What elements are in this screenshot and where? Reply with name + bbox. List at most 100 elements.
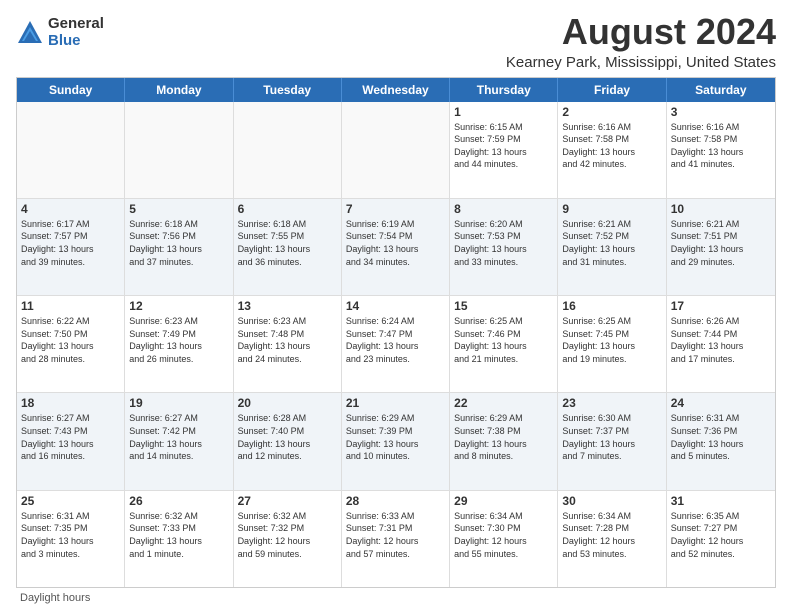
calendar: SundayMondayTuesdayWednesdayThursdayFrid… — [16, 77, 776, 588]
day-info: Sunrise: 6:31 AMSunset: 7:35 PMDaylight:… — [21, 510, 120, 560]
day-number: 18 — [21, 396, 120, 410]
day-number: 22 — [454, 396, 553, 410]
logo-general: General — [48, 16, 104, 33]
cal-week-1: 1 Sunrise: 6:15 AMSunset: 7:59 PMDaylight… — [17, 102, 775, 199]
cal-cell-empty — [234, 102, 342, 198]
day-number: 3 — [671, 105, 771, 119]
cal-cell-day-4: 4 Sunrise: 6:17 AMSunset: 7:57 PMDaylight… — [17, 199, 125, 295]
cal-cell-day-16: 16Sunrise: 6:25 AMSunset: 7:45 PMDayligh… — [558, 296, 666, 392]
day-number: 23 — [562, 396, 661, 410]
cal-cell-day-25: 25 Sunrise: 6:31 AMSunset: 7:35 PMDayligh… — [17, 491, 125, 587]
day-info: Sunrise: 6:16 AMSunset: 7:58 PMDaylight:… — [562, 121, 661, 171]
main-title: August 2024 — [506, 12, 776, 52]
day-info: Sunrise: 6:29 AMSunset: 7:39 PMDaylight:… — [346, 412, 445, 462]
day-info: Sunrise: 6:27 AMSunset: 7:43 PMDaylight:… — [21, 412, 120, 462]
day-number: 28 — [346, 494, 445, 508]
cal-header-monday: Monday — [125, 78, 233, 102]
day-info: Sunrise: 6:31 AMSunset: 7:36 PMDaylight:… — [671, 412, 771, 462]
day-number: 14 — [346, 299, 445, 313]
day-number: 25 — [21, 494, 120, 508]
cal-cell-empty — [17, 102, 125, 198]
cal-cell-day-24: 24Sunrise: 6:31 AMSunset: 7:36 PMDayligh… — [667, 393, 775, 489]
cal-cell-day-31: 31Sunrise: 6:35 AMSunset: 7:27 PMDayligh… — [667, 491, 775, 587]
cal-cell-day-29: 29 Sunrise: 6:34 AMSunset: 7:30 PMDayligh… — [450, 491, 558, 587]
day-number: 4 — [21, 202, 120, 216]
cal-cell-empty — [342, 102, 450, 198]
cal-cell-day-5: 5 Sunrise: 6:18 AMSunset: 7:56 PMDaylight… — [125, 199, 233, 295]
day-info: Sunrise: 6:18 AMSunset: 7:56 PMDaylight:… — [129, 218, 228, 268]
day-info: Sunrise: 6:19 AMSunset: 7:54 PMDaylight:… — [346, 218, 445, 268]
cal-week-2: 4 Sunrise: 6:17 AMSunset: 7:57 PMDaylight… — [17, 199, 775, 296]
day-number: 12 — [129, 299, 228, 313]
cal-header-wednesday: Wednesday — [342, 78, 450, 102]
cal-cell-day-2: 2Sunrise: 6:16 AMSunset: 7:58 PMDaylight… — [558, 102, 666, 198]
cal-cell-day-19: 19 Sunrise: 6:27 AMSunset: 7:42 PMDayligh… — [125, 393, 233, 489]
cal-header-saturday: Saturday — [667, 78, 775, 102]
day-number: 13 — [238, 299, 337, 313]
calendar-body: 1 Sunrise: 6:15 AMSunset: 7:59 PMDaylight… — [17, 102, 775, 587]
cal-cell-day-26: 26 Sunrise: 6:32 AMSunset: 7:33 PMDayligh… — [125, 491, 233, 587]
day-number: 11 — [21, 299, 120, 313]
cal-cell-day-15: 15 Sunrise: 6:25 AMSunset: 7:46 PMDayligh… — [450, 296, 558, 392]
day-info: Sunrise: 6:34 AMSunset: 7:30 PMDaylight:… — [454, 510, 553, 560]
logo: General Blue — [16, 16, 104, 49]
day-info: Sunrise: 6:27 AMSunset: 7:42 PMDaylight:… — [129, 412, 228, 462]
day-info: Sunrise: 6:16 AMSunset: 7:58 PMDaylight:… — [671, 121, 771, 171]
day-number: 26 — [129, 494, 228, 508]
day-info: Sunrise: 6:21 AMSunset: 7:51 PMDaylight:… — [671, 218, 771, 268]
day-number: 29 — [454, 494, 553, 508]
day-number: 15 — [454, 299, 553, 313]
day-info: Sunrise: 6:15 AMSunset: 7:59 PMDaylight:… — [454, 121, 553, 171]
day-info: Sunrise: 6:32 AMSunset: 7:32 PMDaylight:… — [238, 510, 337, 560]
day-info: Sunrise: 6:34 AMSunset: 7:28 PMDaylight:… — [562, 510, 661, 560]
cal-header-friday: Friday — [558, 78, 666, 102]
page: General Blue August 2024 Kearney Park, M… — [0, 0, 792, 612]
day-info: Sunrise: 6:33 AMSunset: 7:31 PMDaylight:… — [346, 510, 445, 560]
cal-cell-day-1: 1 Sunrise: 6:15 AMSunset: 7:59 PMDaylight… — [450, 102, 558, 198]
day-number: 31 — [671, 494, 771, 508]
cal-cell-day-10: 10 Sunrise: 6:21 AMSunset: 7:51 PMDayligh… — [667, 199, 775, 295]
day-info: Sunrise: 6:24 AMSunset: 7:47 PMDaylight:… — [346, 315, 445, 365]
day-number: 17 — [671, 299, 771, 313]
day-info: Sunrise: 6:20 AMSunset: 7:53 PMDaylight:… — [454, 218, 553, 268]
day-number: 6 — [238, 202, 337, 216]
cal-cell-day-3: 3 Sunrise: 6:16 AMSunset: 7:58 PMDaylight… — [667, 102, 775, 198]
footer: Daylight hours — [16, 592, 776, 604]
title-block: August 2024 Kearney Park, Mississippi, U… — [506, 12, 776, 71]
cal-week-4: 18 Sunrise: 6:27 AMSunset: 7:43 PMDayligh… — [17, 393, 775, 490]
cal-cell-day-9: 9Sunrise: 6:21 AMSunset: 7:52 PMDaylight… — [558, 199, 666, 295]
day-number: 5 — [129, 202, 228, 216]
header: General Blue August 2024 Kearney Park, M… — [16, 12, 776, 71]
cal-cell-day-13: 13 Sunrise: 6:23 AMSunset: 7:48 PMDayligh… — [234, 296, 342, 392]
cal-header-thursday: Thursday — [450, 78, 558, 102]
day-info: Sunrise: 6:26 AMSunset: 7:44 PMDaylight:… — [671, 315, 771, 365]
subtitle: Kearney Park, Mississippi, United States — [506, 54, 776, 71]
day-number: 30 — [562, 494, 661, 508]
day-number: 8 — [454, 202, 553, 216]
day-info: Sunrise: 6:25 AMSunset: 7:46 PMDaylight:… — [454, 315, 553, 365]
cal-header-sunday: Sunday — [17, 78, 125, 102]
cal-cell-day-23: 23 Sunrise: 6:30 AMSunset: 7:37 PMDayligh… — [558, 393, 666, 489]
cal-cell-day-17: 17 Sunrise: 6:26 AMSunset: 7:44 PMDayligh… — [667, 296, 775, 392]
calendar-header: SundayMondayTuesdayWednesdayThursdayFrid… — [17, 78, 775, 102]
cal-cell-day-28: 28 Sunrise: 6:33 AMSunset: 7:31 PMDayligh… — [342, 491, 450, 587]
day-number: 10 — [671, 202, 771, 216]
day-number: 1 — [454, 105, 553, 119]
cal-cell-day-7: 7Sunrise: 6:19 AMSunset: 7:54 PMDaylight… — [342, 199, 450, 295]
day-number: 19 — [129, 396, 228, 410]
cal-cell-day-8: 8 Sunrise: 6:20 AMSunset: 7:53 PMDaylight… — [450, 199, 558, 295]
day-info: Sunrise: 6:23 AMSunset: 7:48 PMDaylight:… — [238, 315, 337, 365]
day-info: Sunrise: 6:22 AMSunset: 7:50 PMDaylight:… — [21, 315, 120, 365]
cal-cell-empty — [125, 102, 233, 198]
day-info: Sunrise: 6:32 AMSunset: 7:33 PMDaylight:… — [129, 510, 228, 560]
day-number: 20 — [238, 396, 337, 410]
day-info: Sunrise: 6:23 AMSunset: 7:49 PMDaylight:… — [129, 315, 228, 365]
cal-cell-day-6: 6Sunrise: 6:18 AMSunset: 7:55 PMDaylight… — [234, 199, 342, 295]
day-info: Sunrise: 6:30 AMSunset: 7:37 PMDaylight:… — [562, 412, 661, 462]
cal-cell-day-21: 21Sunrise: 6:29 AMSunset: 7:39 PMDayligh… — [342, 393, 450, 489]
logo-icon — [16, 19, 44, 47]
day-number: 16 — [562, 299, 661, 313]
logo-blue: Blue — [48, 33, 104, 50]
cal-cell-day-22: 22Sunrise: 6:29 AMSunset: 7:38 PMDayligh… — [450, 393, 558, 489]
day-info: Sunrise: 6:17 AMSunset: 7:57 PMDaylight:… — [21, 218, 120, 268]
